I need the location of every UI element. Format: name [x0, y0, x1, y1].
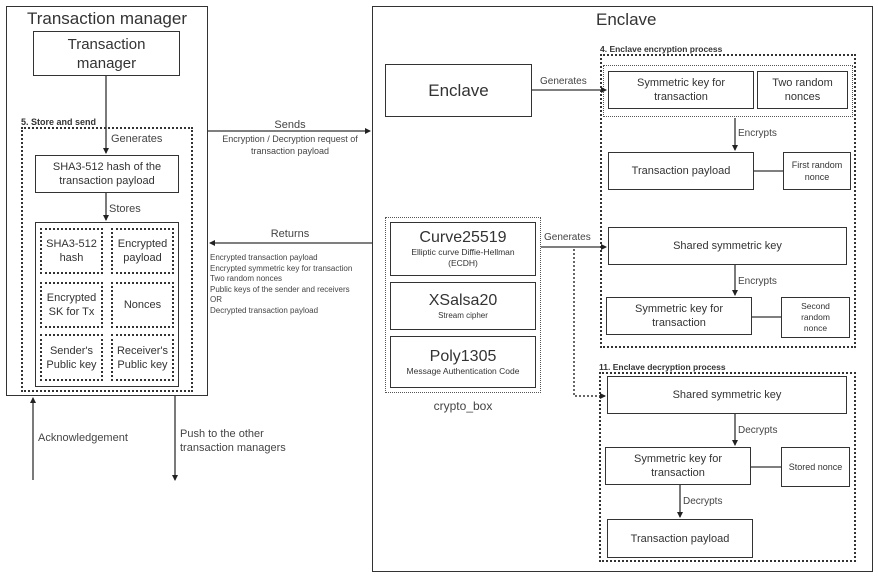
connectors — [30, 76, 783, 518]
dotted-arrow-crypto-to-decrypt — [573, 249, 606, 399]
